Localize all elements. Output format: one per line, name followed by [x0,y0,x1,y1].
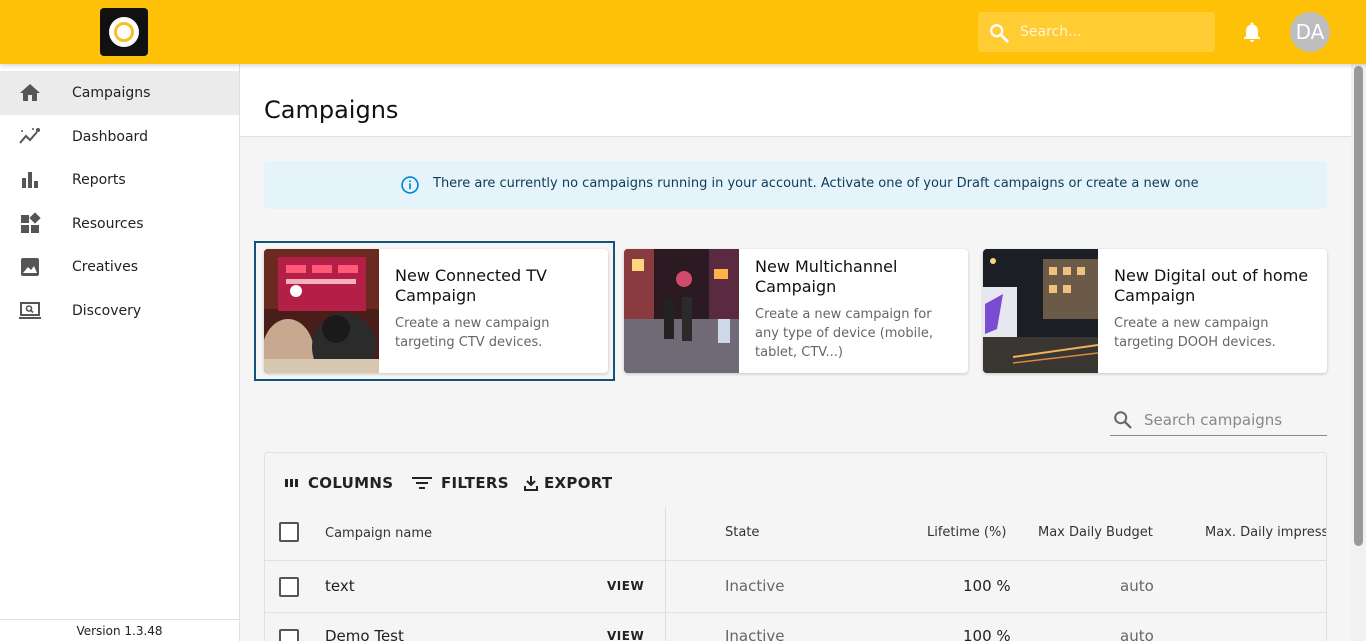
card-title: New Multichannel Campaign [755,257,898,296]
view-link[interactable]: VIEW [607,629,644,641]
card-description: Create a new campaign targeting CTV devi… [395,316,550,350]
sidebar-item-campaigns[interactable]: Campaigns [0,71,239,115]
campaign-name: text [325,577,355,595]
new-dooh-campaign-card[interactable]: New Digital out of home Campaign Create … [983,249,1327,373]
top-app-bar: DA [0,0,1366,64]
sidebar-item-label: Discovery [72,303,142,319]
new-ctv-campaign-card[interactable]: New Connected TV Campaign Create a new c… [264,249,608,373]
alert-message: There are currently no campaigns running… [433,176,1199,191]
page-header: Campaigns [240,64,1351,137]
column-separator[interactable] [665,507,666,641]
card-title: New Digital out of home Campaign [1114,266,1309,305]
col-header-campaign-name[interactable]: Campaign name [325,526,432,541]
campaign-budget: auto [1120,627,1154,641]
ctv-campaign-image [264,249,379,373]
trending-icon [19,128,40,144]
card-description: Create a new campaign targeting DOOH dev… [1114,316,1276,350]
table-row[interactable]: text VIEW Inactive 100 % auto [265,561,1326,613]
campaign-lifetime: 100 % [963,577,1011,595]
sidebar-item-resources[interactable]: Resources [0,202,239,246]
info-alert: There are currently no campaigns running… [264,161,1327,209]
download-icon [524,476,538,491]
global-search-input[interactable] [1020,12,1205,52]
campaigns-table: COLUMNS FILTERS EXPORT Campaign name Sta… [264,452,1327,641]
export-label: EXPORT [544,474,613,492]
sidebar-item-creatives[interactable]: Creatives [0,245,239,289]
card-description: Create a new campaign for any type of de… [755,307,933,360]
laptop-search-icon [19,302,41,319]
row-checkbox[interactable] [279,577,299,597]
columns-label: COLUMNS [308,474,394,492]
sidebar: Campaigns Dashboard Reports Resources Cr… [0,64,240,641]
campaign-state: Inactive [725,577,785,595]
sidebar-item-label: Creatives [72,259,138,275]
sidebar-item-label: Resources [72,216,144,232]
multichannel-campaign-image [624,249,739,373]
export-button[interactable]: EXPORT [524,471,612,495]
sidebar-item-label: Dashboard [72,129,148,145]
main-content: Campaigns There are currently no campaig… [240,64,1351,641]
global-search[interactable] [978,12,1215,52]
filter-icon [412,477,432,489]
image-icon [21,258,39,276]
col-header-lifetime[interactable]: Lifetime (%) [927,525,1006,540]
table-header-row: Campaign name State Lifetime (%) Max Dai… [265,507,1326,561]
campaign-name: Demo Test [325,627,404,641]
notifications-bell-icon[interactable] [1240,20,1264,44]
row-checkbox[interactable] [279,629,299,641]
bar-chart-icon [22,172,38,188]
sidebar-item-label: Campaigns [72,85,151,101]
scrollbar-thumb[interactable] [1354,66,1363,546]
search-campaigns-input[interactable] [1144,406,1324,434]
sidebar-item-dashboard[interactable]: Dashboard [0,115,239,159]
sidebar-item-discovery[interactable]: Discovery [0,289,239,333]
campaign-lifetime: 100 % [963,627,1011,641]
search-campaigns[interactable] [1110,404,1327,436]
sidebar-item-reports[interactable]: Reports [0,158,239,202]
page-title: Campaigns [264,96,399,124]
new-multichannel-campaign-card[interactable]: New Multichannel Campaign Create a new c… [624,249,968,373]
page-scrollbar[interactable] [1351,64,1366,641]
sidebar-item-label: Reports [72,172,126,188]
search-icon [990,24,1009,43]
app-logo[interactable] [100,8,148,56]
dooh-campaign-image [983,249,1098,373]
filters-button[interactable]: FILTERS [411,471,509,495]
table-row[interactable]: Demo Test VIEW Inactive 100 % auto [265,613,1326,641]
select-all-checkbox[interactable] [279,522,299,542]
card-title: New Connected TV Campaign [395,266,547,305]
app-version: Version 1.3.48 [0,619,239,641]
campaign-state: Inactive [725,627,785,641]
campaign-budget: auto [1120,577,1154,595]
filters-label: FILTERS [441,474,509,492]
col-header-max-daily-budget[interactable]: Max Daily Budget [1038,525,1153,540]
columns-button[interactable]: COLUMNS [284,471,393,495]
user-avatar[interactable]: DA [1290,12,1330,52]
view-link[interactable]: VIEW [607,579,644,593]
home-icon [20,84,40,101]
widgets-icon [21,212,41,233]
info-icon [401,176,419,194]
search-icon [1114,411,1132,429]
col-header-max-daily-impressions[interactable]: Max. Daily impress [1205,525,1326,540]
columns-icon [285,479,298,487]
col-header-state[interactable]: State [725,525,759,540]
